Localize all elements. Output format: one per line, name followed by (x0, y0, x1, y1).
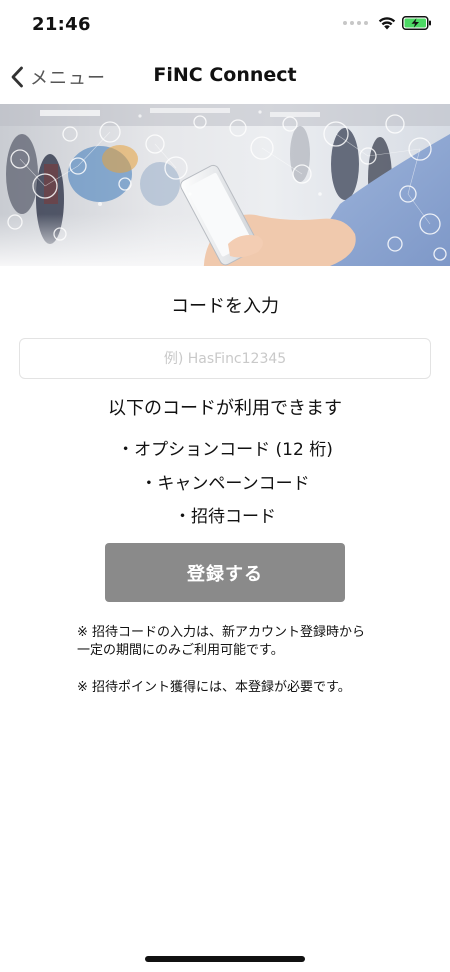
home-indicator[interactable] (145, 956, 305, 962)
code-type-invite: ・招待コード (174, 507, 276, 527)
status-bar: 21:46 (0, 0, 450, 50)
note-invite-period: ※ 招待コードの入力は、新アカウント登録時から一定の期間にのみご利用可能です。 (77, 625, 366, 658)
code-input[interactable] (19, 338, 431, 379)
code-type-option: ・オプションコード (12 桁) (117, 440, 333, 460)
note-invite-points: ※ 招待ポイント獲得には、本登録が必要です。 (77, 680, 351, 695)
signal-dots-icon (343, 21, 368, 25)
wifi-icon (378, 17, 396, 30)
code-type-campaign: ・キャンペーンコード (140, 474, 310, 494)
hero-image (0, 104, 450, 266)
page-title: FiNC Connect (153, 64, 297, 86)
register-button[interactable]: 登録する (105, 543, 345, 602)
battery-charging-icon (402, 16, 431, 30)
hero-illustration (0, 104, 450, 266)
available-codes-heading: 以下のコードが利用できます (108, 398, 342, 419)
section-title: コードを入力 (171, 296, 279, 317)
status-time: 21:46 (32, 14, 91, 35)
navigation-bar: メニュー FiNC Connect (0, 50, 450, 104)
status-icons (343, 16, 432, 30)
